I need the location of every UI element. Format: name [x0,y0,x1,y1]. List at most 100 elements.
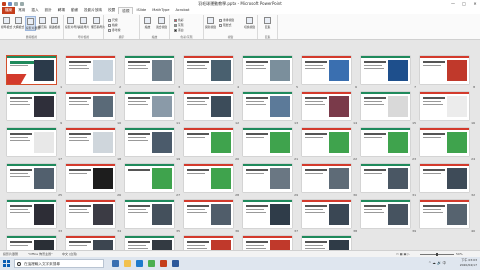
slide-thumbnail[interactable] [302,56,351,84]
slide-thumbnail[interactable] [361,56,410,84]
edge-icon[interactable] [136,260,143,267]
zoom-slider-handle[interactable] [436,252,438,256]
color-button[interactable]: 色彩 [174,18,184,22]
clock[interactable]: 下午 03:03 2020/04/17 [460,258,477,268]
slide-thumbnail[interactable] [7,56,56,84]
slide-thumbnail[interactable] [184,92,233,120]
slide-thumbnail[interactable] [420,200,469,228]
zoom-button[interactable]: 縮放 [142,16,153,31]
tab-home[interactable]: 常用 [15,7,28,14]
powerpoint-taskbar-icon[interactable] [160,260,167,267]
tab-islide[interactable]: iSlide [133,7,149,14]
slide-thumbnail[interactable] [7,92,56,120]
grayscale-button[interactable]: 灰階 [174,23,184,27]
language-status[interactable]: 中文 (台灣) [62,252,77,256]
slide-thumbnail[interactable] [125,128,174,156]
slide-thumbnail[interactable] [184,164,233,192]
tab-insert[interactable]: 插入 [28,7,41,14]
slide-thumbnail[interactable] [66,56,115,84]
system-tray-icons[interactable]: ^ ☁ 🔊 中 [428,261,446,266]
slide-number: 15 [412,121,416,125]
tab-mathtype[interactable]: MathType [149,7,172,14]
slide-thumbnail[interactable] [125,92,174,120]
slide-thumbnail[interactable] [243,92,292,120]
slide-thumbnail[interactable] [125,200,174,228]
slide-master-button[interactable]: 投影片母片 [65,16,79,31]
slide-thumbnail[interactable] [184,56,233,84]
tab-slideshow[interactable]: 投影片放映 [81,7,105,14]
slide-thumbnail[interactable] [7,164,56,192]
tab-file[interactable]: 檔案 [2,7,16,14]
black-white-button[interactable]: 黑白 [174,28,184,32]
ruler-checkbox[interactable]: 尺規 [108,18,118,22]
normal-view-button[interactable]: 標準模式 [1,16,12,31]
chrome-icon[interactable] [148,260,155,267]
undo-icon[interactable] [14,1,18,6]
slide-thumbnail[interactable] [7,200,56,228]
slide-thumbnail[interactable] [66,164,115,192]
color-swatch-icon [174,18,177,22]
slide-thumbnail[interactable] [420,56,469,84]
slide-thumbnail[interactable] [361,164,410,192]
slide-thumbnail[interactable] [420,128,469,156]
slide-sorter-button[interactable]: 投影片瀏覽 [25,16,40,31]
slide-thumbnail[interactable] [361,128,410,156]
slide-thumbnail[interactable] [243,200,292,228]
slide-thumbnail[interactable] [361,200,410,228]
taskbar: 在這裡輸入文字來搜尋 ^ ☁ 🔊 中 下午 03:03 2020/04/17 [0,257,480,270]
tab-animations[interactable]: 動畫 [68,7,81,14]
cascade-button[interactable]: 階層式 [219,23,231,27]
view-buttons-icon[interactable]: ▭ ▦ ▣ ▷ [396,252,410,256]
slide-thumbnail[interactable] [243,56,292,84]
macros-button[interactable]: 巨集 [262,16,273,31]
slide-thumbnail[interactable] [184,128,233,156]
notes-master-button[interactable]: 備忘稿母片 [91,16,105,31]
redo-icon[interactable] [20,1,24,6]
slide-thumbnail[interactable] [302,164,351,192]
arrange-all-button[interactable]: 重排視窗 [219,18,234,22]
tab-review[interactable]: 校閱 [105,7,118,14]
task-view-icon[interactable] [112,260,119,267]
reading-view-button[interactable]: 閱讀檢視 [49,16,60,31]
slide-thumbnail[interactable] [243,128,292,156]
tab-design[interactable]: 設計 [42,7,55,14]
cascade-icon [219,23,222,27]
slide-thumbnail[interactable] [66,128,115,156]
slide-thumbnail[interactable] [420,92,469,120]
save-icon[interactable] [8,1,12,6]
slide-thumbnail[interactable] [302,128,351,156]
taskbar-search[interactable]: 在這裡輸入文字來搜尋 [14,259,104,268]
gridlines-checkbox[interactable]: 格線 [108,23,118,27]
tab-view[interactable]: 檢視 [118,7,134,14]
slide-thumbnail[interactable] [420,164,469,192]
file-explorer-icon[interactable] [124,260,131,267]
switch-windows-button[interactable]: 切換視窗 [244,16,255,31]
minimize-button[interactable]: — [450,1,456,6]
outline-view-button[interactable]: 大綱模式 [13,16,24,31]
windows-start-icon[interactable] [3,260,10,267]
search-icon [17,261,21,266]
new-window-button[interactable]: 開新視窗 [205,16,216,31]
tab-acrobat[interactable]: Acrobat [173,7,193,14]
slide-thumbnail[interactable] [66,92,115,120]
slide-thumbnail[interactable] [184,200,233,228]
slide-thumbnail[interactable] [66,200,115,228]
zoom-level[interactable]: 50% [456,252,463,256]
handout-master-button[interactable]: 講義母片 [78,16,89,31]
slide-thumbnail[interactable] [125,56,174,84]
word-taskbar-icon[interactable] [172,260,179,267]
slide-thumbnail[interactable] [361,92,410,120]
fit-to-window-button[interactable]: 適合視窗 [156,16,167,31]
guides-checkbox[interactable]: 參考線 [108,28,120,32]
slide-thumbnail[interactable] [7,128,56,156]
slide-thumbnail[interactable] [125,164,174,192]
slide-thumbnail[interactable] [243,164,292,192]
slide-thumbnail[interactable] [302,200,351,228]
slide-thumbnail[interactable] [302,92,351,120]
tab-transitions[interactable]: 轉場 [55,7,68,14]
slide-number: 6 [355,85,357,89]
close-button[interactable]: ✕ [472,1,478,6]
maximize-button[interactable]: □ [461,1,467,6]
ribbon: 標準模式 大綱模式 投影片瀏覽 備忘稿 閱讀檢視 簡報檢視 投影片母片 講義母片… [0,14,480,40]
notes-page-button[interactable]: 備忘稿 [37,16,48,31]
